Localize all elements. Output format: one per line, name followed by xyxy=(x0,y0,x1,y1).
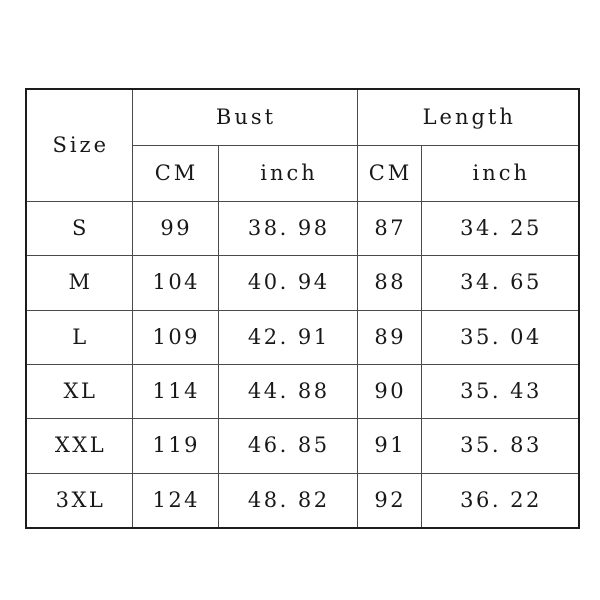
value-size: M xyxy=(68,270,93,295)
value-size: XL xyxy=(63,379,98,404)
cell-size: L xyxy=(25,309,133,365)
value-size: L xyxy=(72,324,89,349)
header-cell-bust: Bust xyxy=(131,88,358,147)
value-length-cm: 89 xyxy=(374,324,407,349)
value-length-cm: 90 xyxy=(374,379,407,404)
header-row-groups: Size Bust Length xyxy=(25,88,580,202)
table-row: XXL 119 46. 85 91 35. 83 xyxy=(25,418,580,474)
page-root: Size Bust Length CM inch CM inch S 99 38… xyxy=(0,0,600,600)
value-length-inch: 34. 25 xyxy=(460,216,542,241)
table-row: 3XL 124 48. 82 92 36. 22 xyxy=(25,472,580,529)
value-length-cm: 91 xyxy=(374,433,407,458)
size-chart-table: Size Bust Length CM inch CM inch S 99 38… xyxy=(25,88,580,529)
cell-bust-cm: 109 xyxy=(131,309,219,365)
cell-bust-inch: 38. 98 xyxy=(217,200,358,257)
header-label-bust: Bust xyxy=(215,105,277,130)
value-length-inch: 35. 83 xyxy=(460,433,542,458)
value-bust-cm: 109 xyxy=(152,324,201,349)
cell-bust-cm: 99 xyxy=(131,200,219,257)
cell-size: 3XL xyxy=(25,472,133,529)
value-bust-cm: 99 xyxy=(160,216,193,241)
header-cell-size: Size xyxy=(25,88,133,202)
value-bust-inch: 42. 91 xyxy=(247,324,330,349)
value-bust-cm: 114 xyxy=(152,379,201,404)
cell-length-inch: 35. 83 xyxy=(420,418,580,474)
cell-length-inch: 35. 04 xyxy=(420,309,580,365)
cell-bust-cm: 124 xyxy=(131,472,219,529)
cell-length-inch: 34. 65 xyxy=(420,255,580,311)
cell-bust-inch: 44. 88 xyxy=(217,363,358,420)
value-bust-cm: 119 xyxy=(152,433,201,458)
cell-bust-inch: 40. 94 xyxy=(217,255,358,311)
value-size: S xyxy=(72,216,89,241)
value-bust-cm: 124 xyxy=(152,487,201,512)
table-body: S 99 38. 98 87 34. 25 M 104 40. 94 88 34… xyxy=(25,200,580,529)
cell-bust-inch: 48. 82 xyxy=(217,472,358,529)
cell-bust-cm: 104 xyxy=(131,255,219,311)
cell-length-inch: 34. 25 xyxy=(420,200,580,257)
cell-bust-cm: 119 xyxy=(131,418,219,474)
cell-length-cm: 92 xyxy=(356,472,422,529)
cell-length-cm: 87 xyxy=(356,200,422,257)
value-length-inch: 35. 04 xyxy=(460,324,542,349)
cell-bust-inch: 42. 91 xyxy=(217,309,358,365)
value-length-cm: 92 xyxy=(374,487,407,512)
cell-size: XL xyxy=(25,363,133,420)
header-label-bust-inch: inch xyxy=(260,161,318,186)
value-length-inch: 35. 43 xyxy=(460,379,542,404)
header-cell-length: Length xyxy=(356,88,580,147)
value-bust-inch: 44. 88 xyxy=(247,379,330,404)
cell-size: S xyxy=(25,200,133,257)
table-header: Size Bust Length CM inch CM inch xyxy=(25,88,580,202)
value-bust-cm: 104 xyxy=(152,270,201,295)
value-bust-inch: 48. 82 xyxy=(247,487,330,512)
cell-size: XXL xyxy=(25,418,133,474)
cell-size: M xyxy=(25,255,133,311)
header-cell-bust-inch: inch xyxy=(217,145,358,202)
table-row: S 99 38. 98 87 34. 25 xyxy=(25,200,580,257)
cell-length-cm: 88 xyxy=(356,255,422,311)
table-row: XL 114 44. 88 90 35. 43 xyxy=(25,363,580,420)
cell-length-cm: 89 xyxy=(356,309,422,365)
header-cell-bust-cm: CM xyxy=(131,145,219,202)
table-row: L 109 42. 91 89 35. 04 xyxy=(25,309,580,365)
cell-length-inch: 35. 43 xyxy=(420,363,580,420)
value-length-cm: 88 xyxy=(374,270,407,295)
cell-length-cm: 90 xyxy=(356,363,422,420)
value-length-inch: 36. 22 xyxy=(460,487,542,512)
value-bust-inch: 38. 98 xyxy=(247,216,330,241)
value-size: 3XL xyxy=(55,487,106,512)
value-bust-inch: 40. 94 xyxy=(247,270,330,295)
header-label-length-inch: inch xyxy=(472,161,531,186)
cell-length-inch: 36. 22 xyxy=(420,472,580,529)
value-bust-inch: 46. 85 xyxy=(247,433,330,458)
value-length-inch: 34. 65 xyxy=(460,270,542,295)
cell-length-cm: 91 xyxy=(356,418,422,474)
header-label-length: Length xyxy=(422,105,516,130)
cell-bust-cm: 114 xyxy=(131,363,219,420)
table-row: M 104 40. 94 88 34. 65 xyxy=(25,255,580,311)
header-label-bust-cm: CM xyxy=(154,161,199,186)
header-cell-length-cm: CM xyxy=(356,145,422,202)
value-size: XXL xyxy=(54,433,107,458)
header-cell-length-inch: inch xyxy=(420,145,580,202)
header-label-size: Size xyxy=(52,133,110,157)
header-label-length-cm: CM xyxy=(368,161,413,186)
size-chart-container: Size Bust Length CM inch CM inch S 99 38… xyxy=(25,88,580,529)
value-length-cm: 87 xyxy=(374,216,407,241)
cell-bust-inch: 46. 85 xyxy=(217,418,358,474)
